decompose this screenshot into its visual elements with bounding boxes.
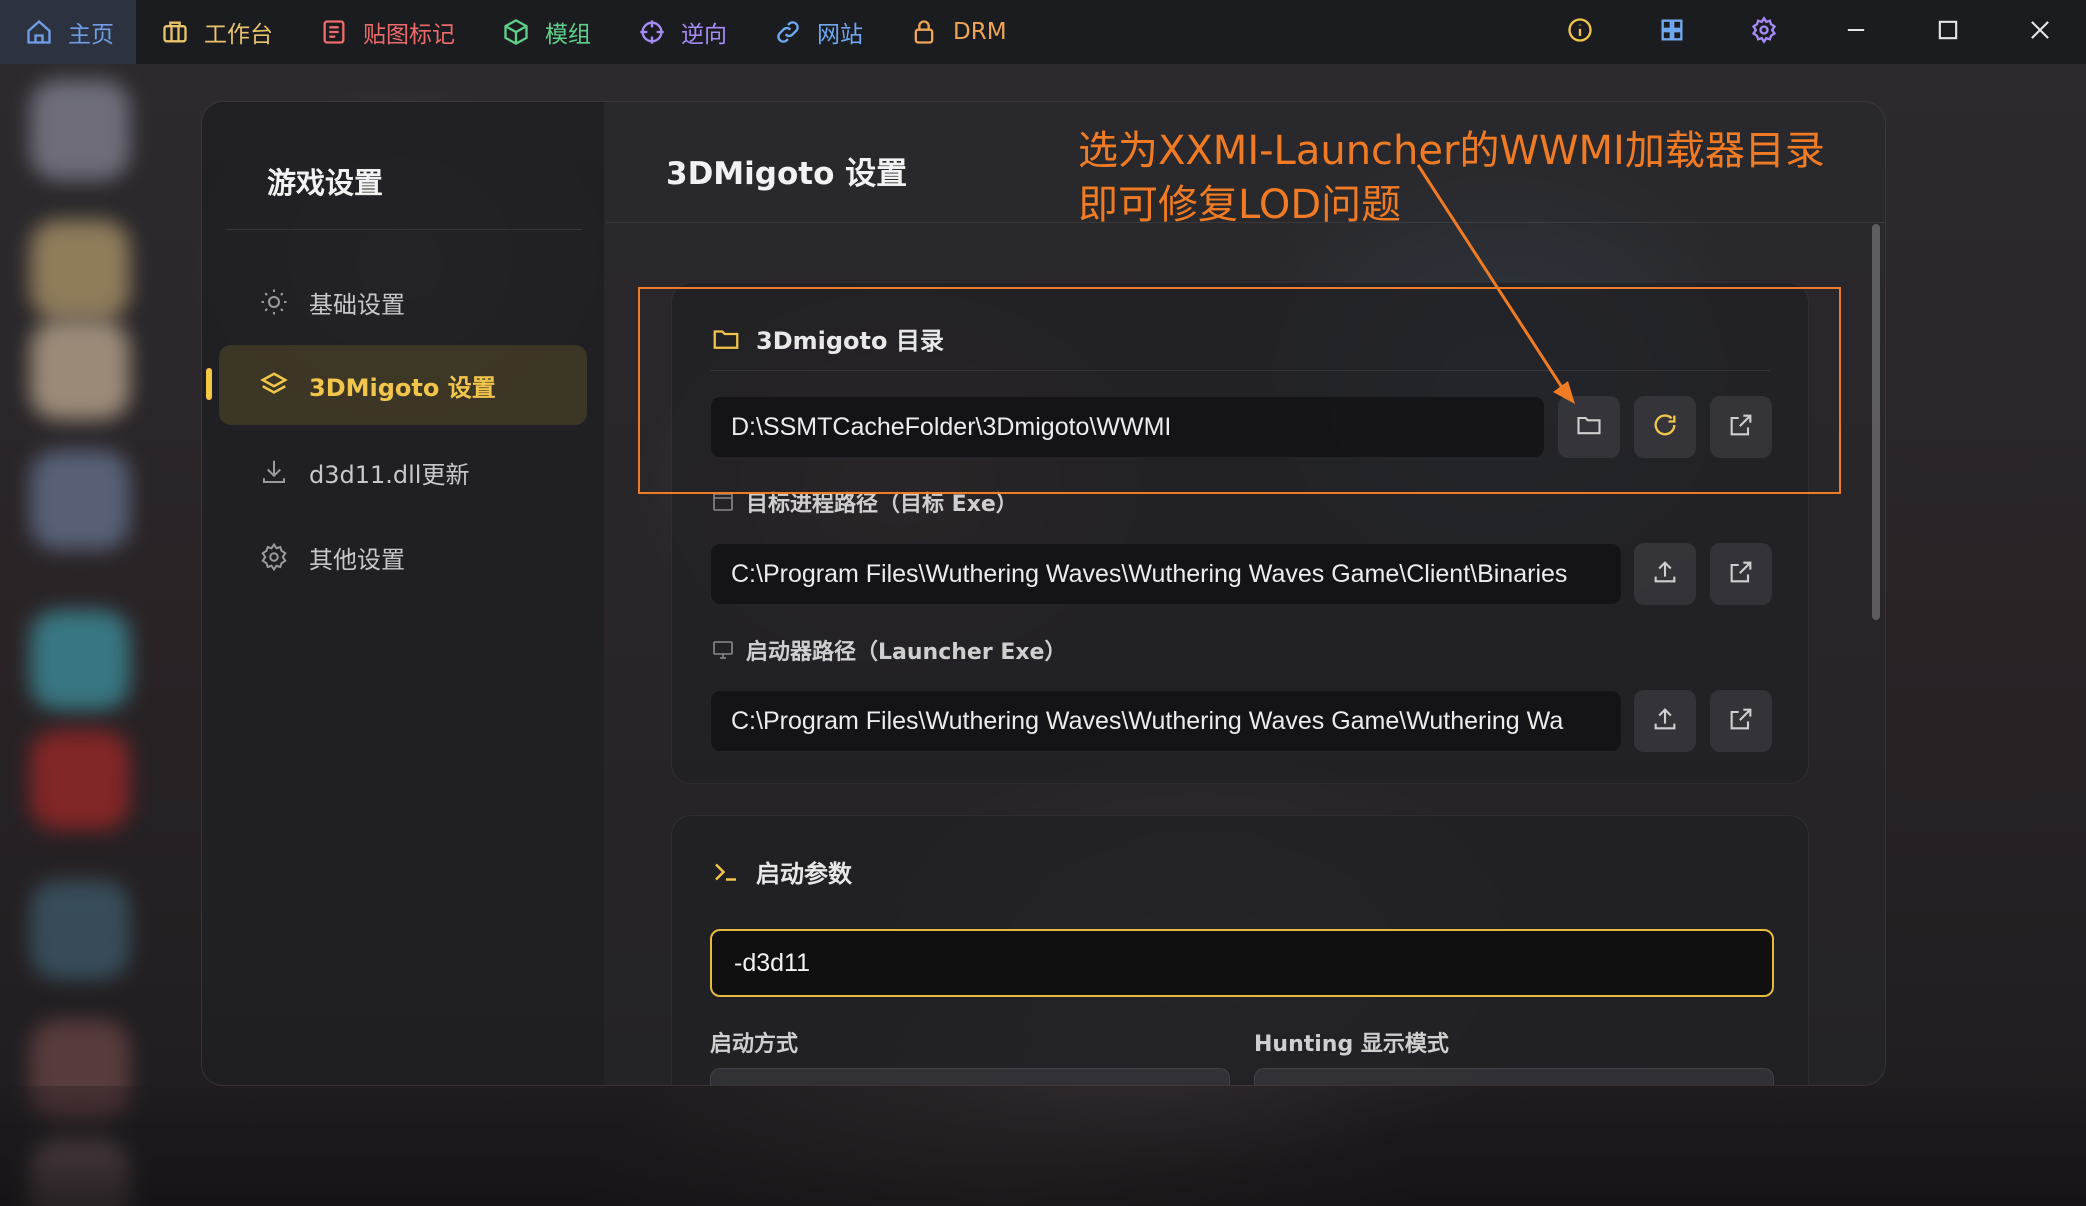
launcher-exe-input[interactable]: C:\Program Files\Wuthering Waves\Wutheri… <box>710 690 1622 752</box>
open-target-button[interactable] <box>1710 543 1772 605</box>
hunting-mode-label: Hunting 显示模式 <box>1254 1032 1449 1057</box>
info-icon <box>1566 16 1594 48</box>
top-nav-bar: 主页 工作台 贴图标记 模组 逆向 网站 DRM <box>0 0 2086 64</box>
window-controls <box>1534 0 2086 64</box>
nav-item-reverse[interactable]: 逆向 <box>613 0 749 64</box>
nav-label: 逆向 <box>681 22 727 48</box>
upload-launcher-button[interactable] <box>1634 690 1696 752</box>
nav-item-workbench[interactable]: 工作台 <box>136 0 295 64</box>
nav-label: 工作台 <box>204 22 273 48</box>
nav-item-mods[interactable]: 模组 <box>477 0 613 64</box>
layers-icon <box>257 368 291 402</box>
crosshair-icon <box>637 17 667 47</box>
scrollbar[interactable] <box>1872 224 1880 620</box>
nav-item-websites[interactable]: 网站 <box>749 0 885 64</box>
monitor-icon <box>710 637 736 663</box>
page-title: 3DMigoto 设置 <box>666 156 908 192</box>
sidebar-item-basic-settings[interactable]: 基础设置 <box>219 262 587 342</box>
settings-icon <box>1750 16 1778 48</box>
sidebar-item-label: 3DMigoto 设置 <box>309 373 496 402</box>
annotation-line-2: 即可修复LOD问题 <box>1078 182 1402 228</box>
launch-mode-label: 启动方式 <box>710 1032 799 1057</box>
sidebar-item-label: d3d11.dll更新 <box>309 460 470 489</box>
nav-label: 贴图标记 <box>363 22 455 48</box>
home-icon <box>24 17 54 47</box>
settings-button[interactable] <box>1718 0 1810 64</box>
terminal-icon <box>710 856 742 888</box>
nav-item-drm[interactable]: DRM <box>885 0 1029 64</box>
sidebar-title: 游戏设置 <box>267 166 384 200</box>
annotation-line-1: 选为XXMI-Launcher的WWMI加载器目录 <box>1078 128 1825 174</box>
document-list-icon <box>319 17 349 47</box>
bottom-shade <box>0 1086 2086 1206</box>
open-launcher-button[interactable] <box>1710 690 1772 752</box>
settings-content: 3DMigoto 设置 3Dmigoto 目录 D:\SSMTCacheFold… <box>604 102 1885 1085</box>
sidebar-divider <box>227 229 582 230</box>
briefcase-icon <box>160 17 190 47</box>
nav-label: 主页 <box>68 22 114 48</box>
args-section-title: 启动参数 <box>756 860 852 888</box>
maximize-icon <box>1934 16 1962 48</box>
background-thumbnails <box>30 80 140 1206</box>
sidebar-item-label: 基础设置 <box>309 290 405 319</box>
launcher-exe-label: 启动器路径（Launcher Exe） <box>710 634 1066 666</box>
active-indicator <box>206 368 212 400</box>
external-link-icon <box>1727 558 1755 590</box>
sidebar-item-label: 其他设置 <box>309 545 405 574</box>
args-section-heading: 启动参数 <box>710 854 852 889</box>
external-link-icon <box>1727 705 1755 737</box>
link-icon <box>773 17 803 47</box>
close-button[interactable] <box>1994 0 2086 64</box>
game-settings-dialog: 游戏设置 基础设置 3DMigoto 设置 d3d11.dll更新 其他设置 3… <box>201 101 1886 1086</box>
upload-target-button[interactable] <box>1634 543 1696 605</box>
settings-sidebar: 游戏设置 基础设置 3DMigoto 设置 d3d11.dll更新 其他设置 <box>202 102 604 1085</box>
download-icon <box>257 455 291 489</box>
info-button[interactable] <box>1534 0 1626 64</box>
sun-icon <box>257 285 291 319</box>
nav-label: 网站 <box>817 22 863 48</box>
annotation-highlight-box <box>638 287 1841 494</box>
grid-icon <box>1658 16 1686 48</box>
sidebar-item-d3d11-update[interactable]: d3d11.dll更新 <box>219 432 587 512</box>
launcher-exe-label-text: 启动器路径（Launcher Exe） <box>746 640 1067 665</box>
upload-icon <box>1651 558 1679 590</box>
minimize-icon <box>1842 16 1870 48</box>
annotation-text: 选为XXMI-Launcher的WWMI加载器目录 即可修复LOD问题 <box>1078 124 1825 232</box>
upload-icon <box>1651 705 1679 737</box>
launch-args-input[interactable]: -d3d11 <box>710 929 1774 997</box>
maximize-button[interactable] <box>1902 0 1994 64</box>
nav-label: 模组 <box>545 22 591 48</box>
launch-args-card: 启动参数 -d3d11 启动方式 Hunting 显示模式 <box>671 815 1809 1085</box>
sidebar-item-other-settings[interactable]: 其他设置 <box>219 517 587 597</box>
target-exe-input[interactable]: C:\Program Files\Wuthering Waves\Wutheri… <box>710 543 1622 605</box>
gear-icon <box>257 540 291 574</box>
nav-item-texture-marks[interactable]: 贴图标记 <box>295 0 477 64</box>
grid-button[interactable] <box>1626 0 1718 64</box>
sidebar-item-3dmigoto-settings[interactable]: 3DMigoto 设置 <box>219 345 587 425</box>
close-icon <box>2026 16 2054 48</box>
nav-item-home[interactable]: 主页 <box>0 0 136 64</box>
cube-icon <box>501 17 531 47</box>
minimize-button[interactable] <box>1810 0 1902 64</box>
lock-icon <box>909 17 939 47</box>
hunting-mode-select[interactable] <box>1254 1068 1774 1085</box>
nav-label: DRM <box>953 19 1007 45</box>
launch-mode-select[interactable] <box>710 1068 1230 1085</box>
